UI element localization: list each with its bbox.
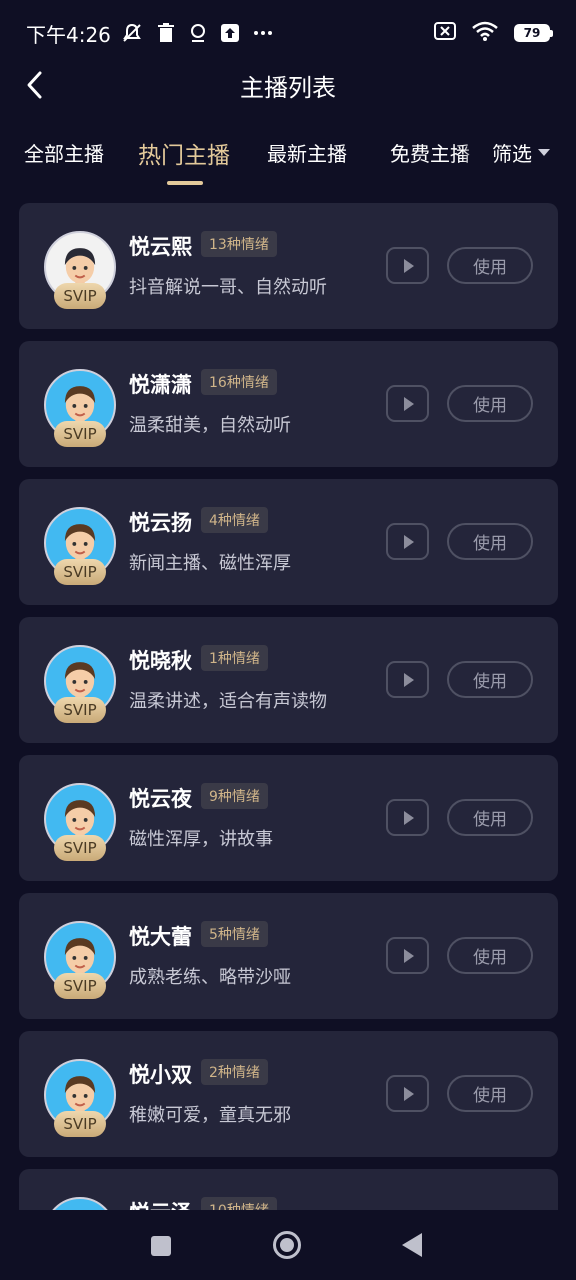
emotion-count-tag: 5种情绪 xyxy=(201,921,268,947)
upload-icon xyxy=(220,24,239,42)
anchor-card[interactable]: SVIP 悦小双 2种情绪稚嫩可爱，童真无邪 使用 xyxy=(19,1031,558,1157)
page-title: 主播列表 xyxy=(240,73,336,102)
tab-popular-anchors[interactable]: 热门主播 xyxy=(138,136,230,170)
svip-badge: SVIP xyxy=(54,1111,106,1137)
recent-apps-button[interactable] xyxy=(151,1236,171,1256)
play-preview-button[interactable] xyxy=(386,937,429,974)
play-icon xyxy=(404,534,414,549)
anchor-description: 温柔讲述，适合有声读物 xyxy=(129,691,327,712)
trash-icon xyxy=(157,23,175,43)
chevron-left-icon xyxy=(27,71,42,99)
status-bar: 下午4:26 79 xyxy=(0,0,576,66)
anchor-card[interactable]: SVIP 悦云熙 13种情绪抖音解说一哥、自然动听 使用 xyxy=(19,203,558,329)
anchor-card[interactable]: SVIP 悦晓秋 1种情绪温柔讲述，适合有声读物 使用 xyxy=(19,617,558,743)
tab-free-anchors[interactable]: 免费主播 xyxy=(390,138,470,167)
page-header: 主播列表 xyxy=(0,60,576,110)
tab-all-anchors[interactable]: 全部主播 xyxy=(24,138,104,167)
use-button[interactable]: 使用 xyxy=(447,661,533,698)
anchor-name: 悦云夜 xyxy=(129,787,192,811)
category-tabs: 全部主播 热门主播 最新主播 免费主播 筛选 xyxy=(0,130,576,186)
use-button[interactable]: 使用 xyxy=(447,247,533,284)
anchor-card[interactable]: SVIP 悦云夜 9种情绪磁性浑厚，讲故事 使用 xyxy=(19,755,558,881)
play-icon xyxy=(404,672,414,687)
anchor-name: 悦云熙 xyxy=(129,235,192,259)
emotion-count-tag: 16种情绪 xyxy=(201,369,277,395)
home-button[interactable] xyxy=(273,1231,301,1259)
battery-level: 79 xyxy=(523,26,541,40)
play-preview-button[interactable] xyxy=(386,385,429,422)
play-preview-button[interactable] xyxy=(386,247,429,284)
caret-down-icon xyxy=(538,149,550,156)
emotion-count-tag: 1种情绪 xyxy=(201,645,268,671)
status-icons xyxy=(121,22,273,44)
tab-newest-anchors[interactable]: 最新主播 xyxy=(267,138,347,167)
use-button[interactable]: 使用 xyxy=(447,799,533,836)
svip-badge: SVIP xyxy=(54,559,106,585)
svip-badge: SVIP xyxy=(54,835,106,861)
active-tab-indicator xyxy=(167,181,203,185)
status-time: 下午4:26 xyxy=(26,22,111,47)
emotion-count-tag: 9种情绪 xyxy=(201,783,268,809)
anchor-name: 悦小双 xyxy=(129,1063,192,1087)
use-button[interactable]: 使用 xyxy=(447,937,533,974)
anchor-card[interactable]: SVIP 悦潇潇 16种情绪温柔甜美，自然动听 使用 xyxy=(19,341,558,467)
play-preview-button[interactable] xyxy=(386,799,429,836)
svip-badge: SVIP xyxy=(54,421,106,447)
anchor-name: 悦晓秋 xyxy=(129,649,192,673)
system-nav-bar xyxy=(0,1210,576,1280)
play-icon xyxy=(404,948,414,963)
battery-icon: 79 xyxy=(514,24,553,42)
anchor-description: 磁性浑厚，讲故事 xyxy=(129,829,273,850)
play-icon xyxy=(404,810,414,825)
tab-fade xyxy=(462,130,492,178)
anchor-description: 成熟老练、略带沙哑 xyxy=(129,967,291,988)
play-preview-button[interactable] xyxy=(386,661,429,698)
use-button[interactable]: 使用 xyxy=(447,385,533,422)
wifi-icon xyxy=(472,21,498,46)
play-icon xyxy=(404,258,414,273)
play-icon xyxy=(404,1086,414,1101)
anchor-name: 悦云扬 xyxy=(129,511,192,535)
system-back-button[interactable] xyxy=(402,1233,422,1257)
svip-badge: SVIP xyxy=(54,697,106,723)
anchor-name: 悦大蕾 xyxy=(129,925,192,949)
filter-button[interactable]: 筛选 xyxy=(490,138,550,167)
play-icon xyxy=(404,396,414,411)
anchor-card[interactable]: SVIP 悦大蕾 5种情绪成熟老练、略带沙哑 使用 xyxy=(19,893,558,1019)
more-icon xyxy=(253,30,273,36)
emotion-count-tag: 2种情绪 xyxy=(201,1059,268,1085)
status-right: 79 xyxy=(434,21,553,46)
back-button[interactable] xyxy=(20,70,48,100)
anchor-description: 温柔甜美，自然动听 xyxy=(129,415,291,436)
anchor-name: 悦潇潇 xyxy=(129,373,192,397)
emotion-count-tag: 4种情绪 xyxy=(201,507,268,533)
location-icon xyxy=(189,23,207,43)
filter-label: 筛选 xyxy=(492,142,532,166)
anchor-description: 新闻主播、磁性浑厚 xyxy=(129,553,291,574)
mute-icon xyxy=(121,22,143,44)
emotion-count-tag: 13种情绪 xyxy=(201,231,277,257)
sim-icon xyxy=(434,21,456,45)
anchor-card[interactable]: SVIP 悦云扬 4种情绪新闻主播、磁性浑厚 使用 xyxy=(19,479,558,605)
use-button[interactable]: 使用 xyxy=(447,1075,533,1112)
use-button[interactable]: 使用 xyxy=(447,523,533,560)
svip-badge: SVIP xyxy=(54,283,106,309)
play-preview-button[interactable] xyxy=(386,1075,429,1112)
anchor-description: 稚嫩可爱，童真无邪 xyxy=(129,1105,291,1126)
anchor-description: 抖音解说一哥、自然动听 xyxy=(129,277,327,298)
svip-badge: SVIP xyxy=(54,973,106,999)
play-preview-button[interactable] xyxy=(386,523,429,560)
